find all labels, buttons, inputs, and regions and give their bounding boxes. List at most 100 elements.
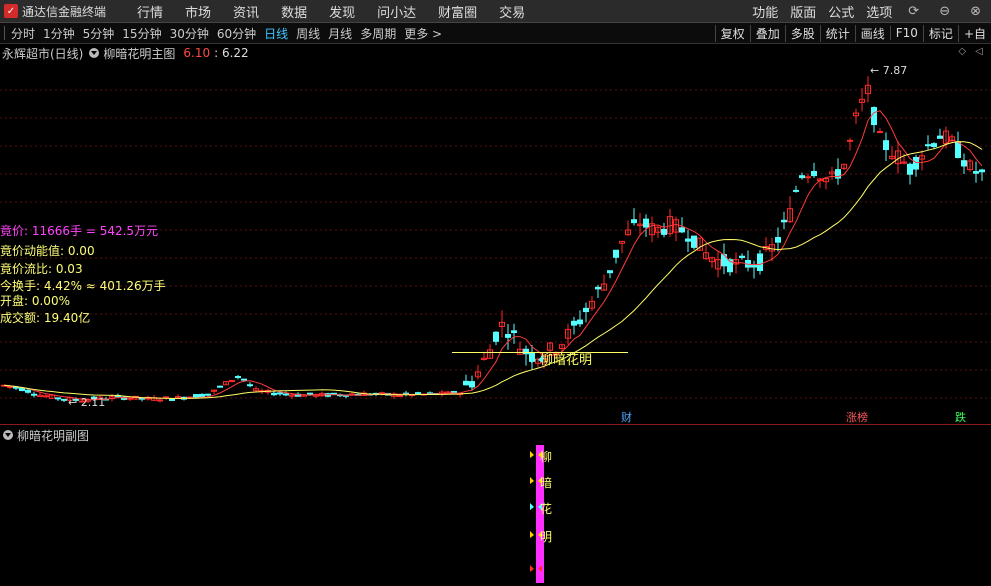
stock-name: 永辉超市(日线): [2, 46, 84, 61]
high-price-label: ← 7.87: [870, 64, 907, 77]
period-multi[interactable]: 多周期: [360, 25, 396, 42]
candle: [319, 391, 325, 397]
refresh-icon[interactable]: ⟳: [908, 4, 919, 19]
candle-body: [571, 320, 577, 326]
candle: [787, 196, 793, 224]
candle: [481, 352, 487, 361]
candle-body: [877, 131, 883, 134]
tool-mark[interactable]: 标记: [922, 24, 958, 42]
candle: [655, 226, 661, 238]
menu-item-data[interactable]: 数据: [281, 2, 307, 21]
period-weekly[interactable]: 周线: [296, 25, 320, 42]
candle-body: [469, 381, 475, 388]
triangle-right-icon[interactable]: ◁: [975, 46, 983, 57]
candle: [253, 386, 259, 392]
menu-item-discover[interactable]: 发现: [329, 2, 355, 21]
candle: [139, 397, 145, 402]
ma-long-line: [3, 141, 983, 400]
sub-indicator-name[interactable]: 柳暗花明副图: [17, 427, 89, 444]
info-momentum: 竟价动能值: 0.00: [0, 244, 95, 258]
candle: [805, 173, 811, 184]
period-60min[interactable]: 60分钟: [217, 25, 256, 42]
info-open: 开盘: 0.00%: [0, 294, 70, 308]
period-30min[interactable]: 30分钟: [170, 25, 209, 42]
candle: [703, 245, 709, 261]
period-daily[interactable]: 日线: [264, 25, 288, 42]
candle: [775, 227, 781, 252]
marker-die: 跌: [955, 410, 966, 424]
kline-chart[interactable]: ← 7.87 ← 2.11 柳暗花明财 涨榜 跌: [0, 62, 991, 424]
period-1min[interactable]: 1分钟: [43, 25, 75, 42]
menu-item-options[interactable]: 选项: [866, 2, 892, 21]
candle: [583, 302, 589, 323]
candle: [661, 222, 667, 238]
tool-overlay[interactable]: 叠加: [749, 24, 785, 42]
diamond-icon[interactable]: ◇: [958, 46, 966, 57]
marker-zhangbang: 涨榜: [846, 410, 868, 424]
candle: [223, 381, 229, 386]
candle-body: [43, 395, 49, 398]
candle-body: [7, 385, 13, 388]
menu-item-layout[interactable]: 版面: [790, 2, 816, 21]
tool-restore-rights[interactable]: 复权: [714, 24, 750, 42]
candle: [517, 341, 523, 356]
menu-item-quotes[interactable]: 行情: [137, 2, 163, 21]
tool-multi-stock[interactable]: 多股: [784, 24, 820, 42]
candle-body: [811, 171, 817, 177]
candle-body: [775, 237, 781, 243]
menu-bar: ✓ 通达信金融终端 行情 市场 资讯 数据 发现 问小达 财富圈 交易 功能 版…: [0, 0, 991, 23]
candle-body: [883, 140, 889, 151]
candle: [667, 208, 673, 237]
menu-item-wealth[interactable]: 财富圈: [438, 2, 477, 21]
separator: [4, 26, 5, 40]
tool-draw-line[interactable]: 画线: [854, 24, 890, 42]
sub-indicator-chart[interactable]: 柳暗花明: [0, 443, 991, 586]
candle-body: [793, 189, 799, 192]
minimize-icon[interactable]: ⊖: [939, 4, 950, 19]
menu-item-ask[interactable]: 问小达: [377, 2, 416, 21]
candle: [247, 382, 253, 388]
candle-body: [679, 227, 685, 233]
signal-label: 柳暗花明: [540, 352, 592, 368]
menu-item-news[interactable]: 资讯: [233, 2, 259, 21]
candle-body: [913, 156, 919, 170]
sub-chart-header: 柳暗花明副图: [0, 427, 89, 443]
candle: [763, 237, 769, 252]
candle: [919, 150, 925, 171]
candle: [835, 158, 841, 185]
menu-item-market[interactable]: 市场: [185, 2, 211, 21]
tool-statistics[interactable]: 统计: [819, 24, 855, 42]
period-toolbar: 分时 1分钟 5分钟 15分钟 30分钟 60分钟 日线 周线 月线 多周期 更…: [0, 23, 991, 44]
indicator-dropdown-icon[interactable]: [89, 48, 100, 58]
candle: [889, 146, 895, 161]
tool-f10[interactable]: F10: [889, 26, 923, 40]
candle-body: [511, 330, 517, 334]
panel-divider: [0, 424, 991, 425]
candle: [403, 390, 409, 397]
tool-custom[interactable]: +自: [957, 24, 991, 42]
candle-body: [505, 334, 511, 338]
candle-body: [631, 219, 637, 224]
candle: [643, 214, 649, 237]
period-15min[interactable]: 15分钟: [122, 25, 161, 42]
menu-item-trade[interactable]: 交易: [499, 2, 525, 21]
period-5min[interactable]: 5分钟: [83, 25, 115, 42]
period-monthly[interactable]: 月线: [328, 25, 352, 42]
candle: [121, 396, 127, 401]
main-indicator-name[interactable]: 柳暗花明主图: [103, 45, 175, 62]
candle-body: [523, 348, 529, 355]
period-intraday[interactable]: 分时: [11, 25, 35, 42]
candle: [727, 258, 733, 276]
menu-item-formula[interactable]: 公式: [828, 2, 854, 21]
close-icon[interactable]: ⊗: [970, 4, 981, 19]
candle: [625, 220, 631, 236]
candle-body: [241, 378, 247, 381]
candle: [211, 389, 217, 394]
menu-item-function[interactable]: 功能: [752, 2, 778, 21]
period-more[interactable]: 更多 >: [404, 25, 442, 42]
sub-signal-char: 暗: [540, 475, 552, 490]
sub-indicator-dropdown-icon[interactable]: [3, 430, 13, 440]
info-bid: 竟价: 11666手 = 542.5万元: [0, 224, 159, 238]
candle: [7, 385, 13, 390]
candle-body: [757, 253, 763, 272]
